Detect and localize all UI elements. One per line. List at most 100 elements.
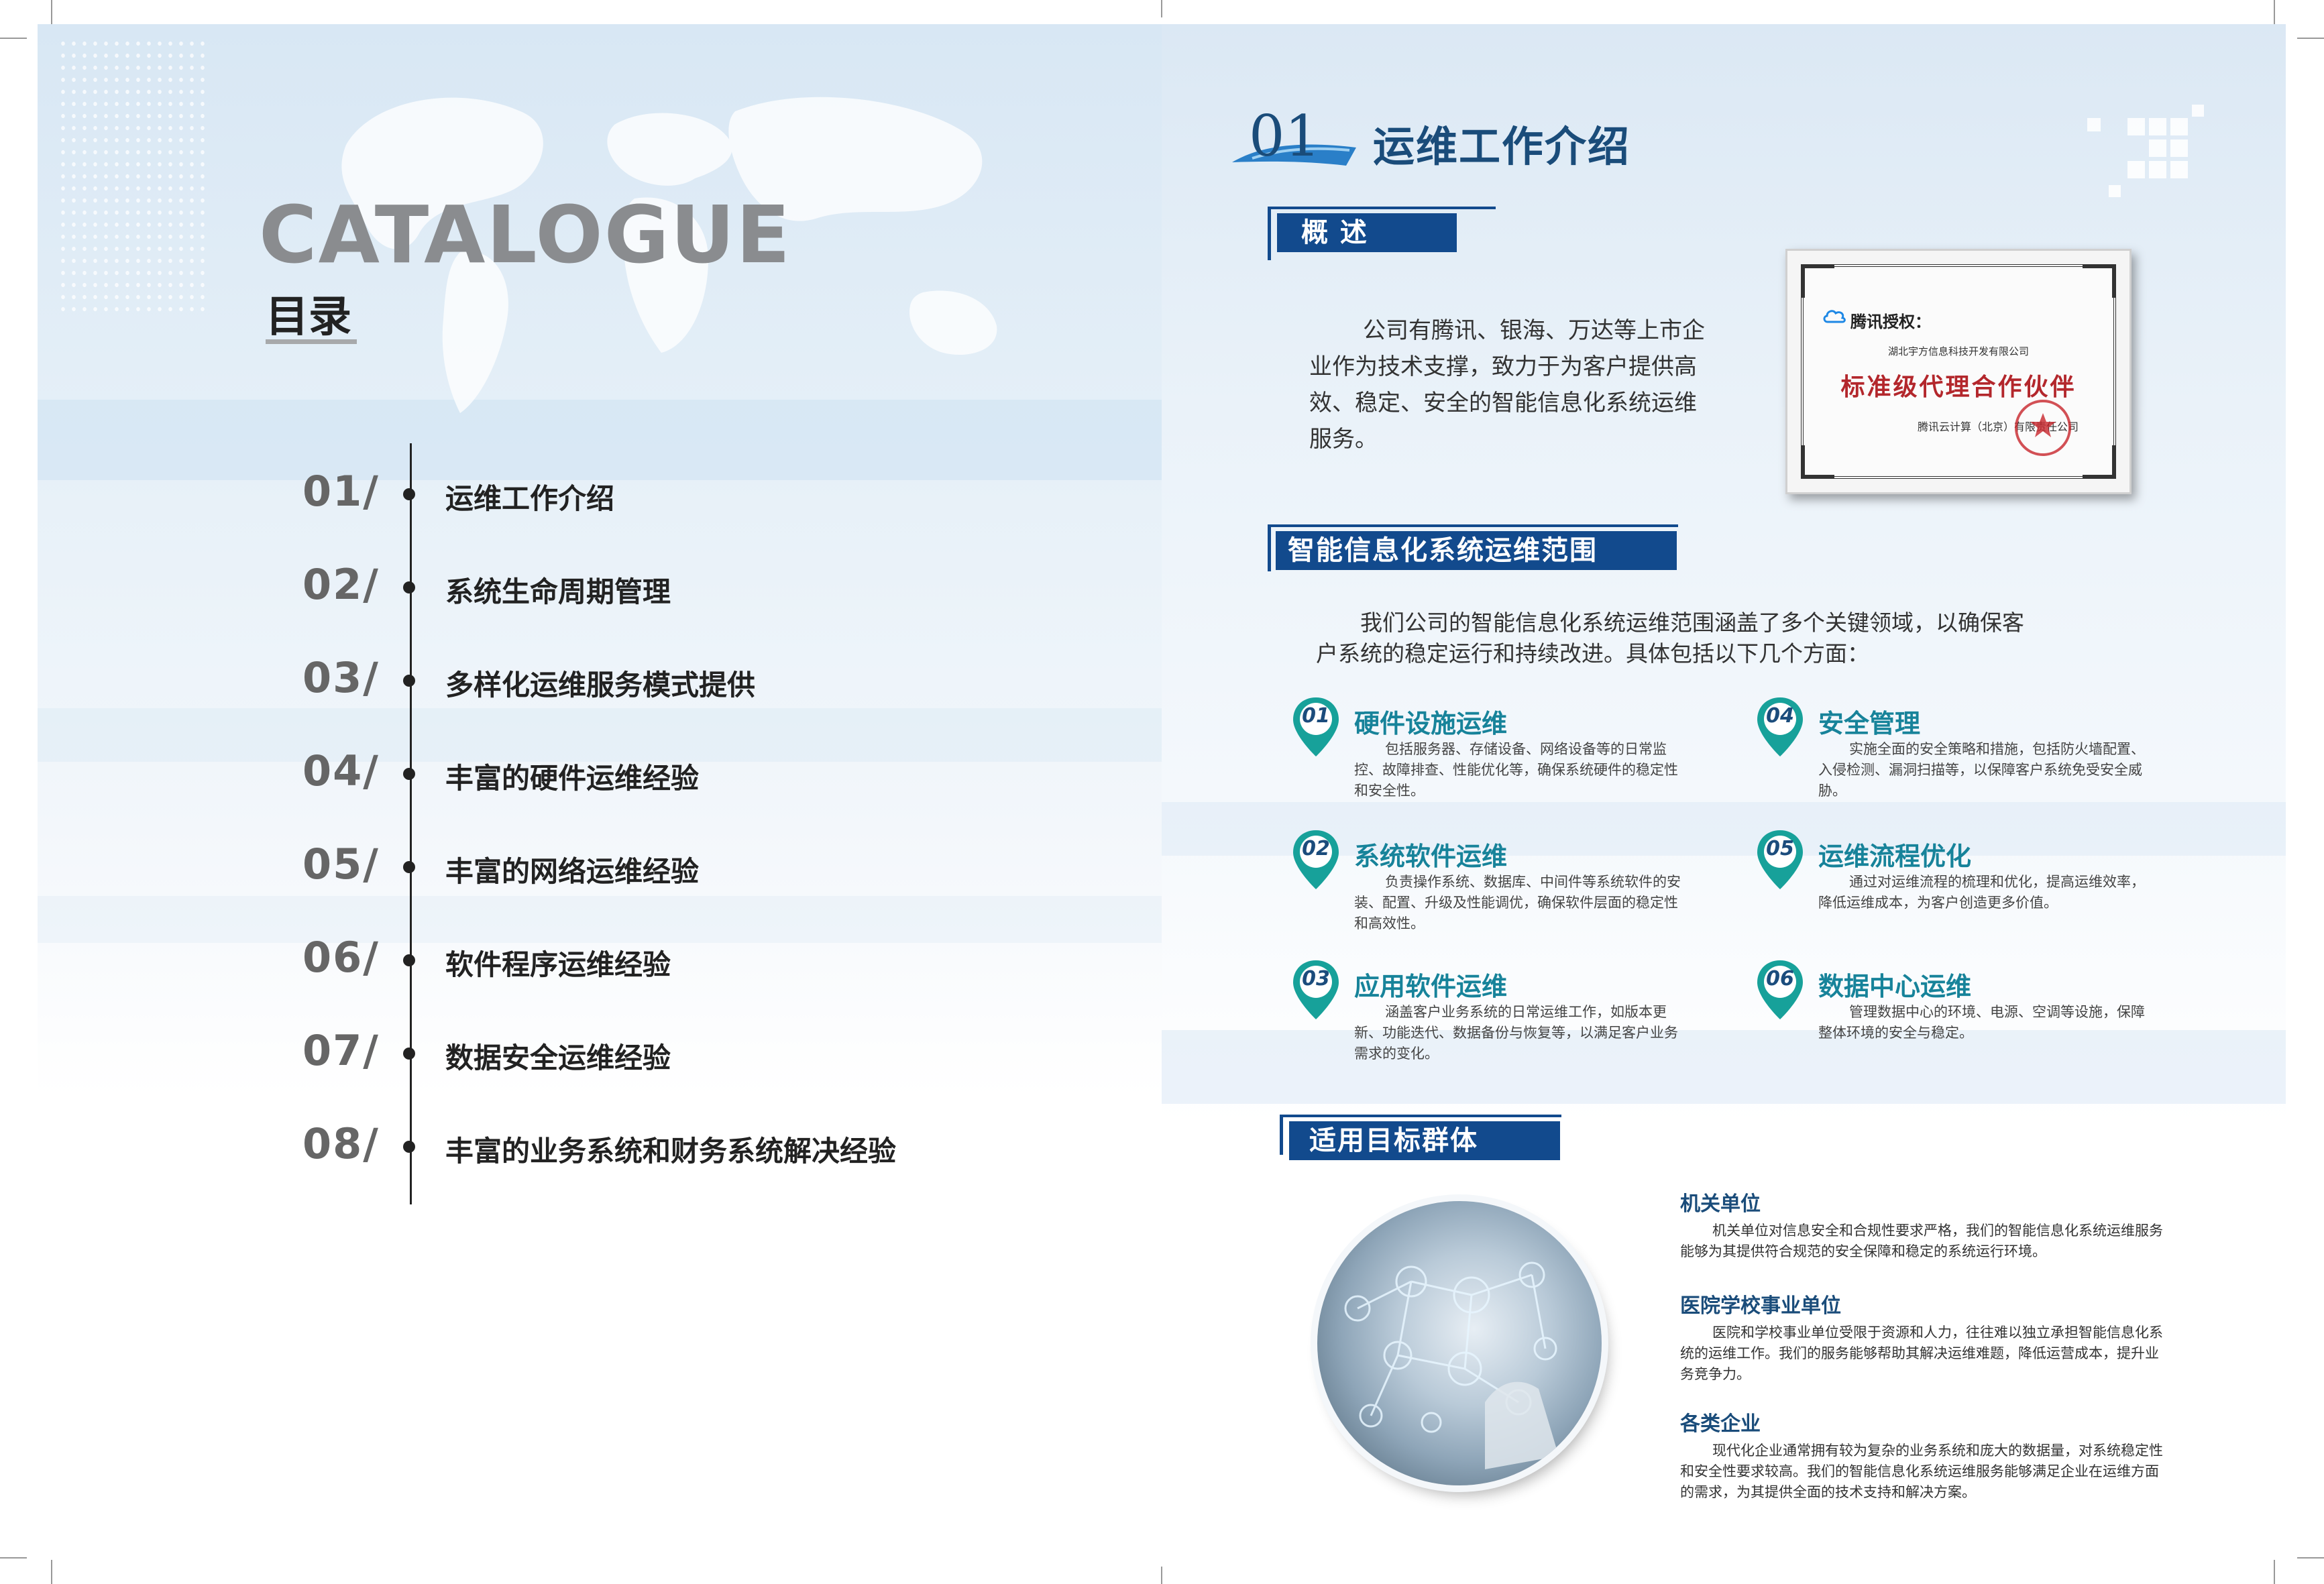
tech-network-photo: [1317, 1201, 1602, 1485]
target-group: 机关单位 机关单位对信息安全和合规性要求严格，我们的智能信息化系统运维服务能够为…: [1680, 1191, 2170, 1262]
intro-page: 01 运维工作介绍 概 述 公司有腾讯、银海、万达等上市企业作为技术支撑，致力于…: [1162, 24, 2286, 1557]
certificate-brand: 腾讯授权：: [1850, 313, 1931, 331]
toc-item-label: 丰富的业务系统和财务系统解决经验: [445, 1135, 897, 1168]
heading-bar-accent: [1268, 207, 1496, 209]
certificate-corner-ornament: [1801, 445, 1834, 479]
catalogue-page: CATALOGUE 目录 01/ 运维工作介绍 02/ 系统生命周期管理 03/…: [38, 24, 1162, 1557]
scope-item: 02 系统软件运维 负责操作系统、数据库、中间件等系统软件的安装、配置、升级及性…: [1290, 828, 1720, 948]
scope-item-title: 硬件设施运维: [1354, 709, 1508, 738]
scope-item: 01 硬件设施运维 包括服务器、存储设备、网络设备等的日常监控、故障排查、性能优…: [1290, 695, 1720, 815]
scope-item-desc: 通过对运维流程的梳理和优化，提高运维效率，降低运维成本，为客户创造更多价值。: [1818, 874, 2145, 911]
toc-bullet: [403, 861, 415, 873]
crop-mark: [0, 38, 27, 39]
toc-bullet: [403, 581, 415, 593]
toc-item-number: 06/: [302, 933, 380, 982]
toc-item[interactable]: 08/ 丰富的业务系统和财务系统解决经验: [302, 1119, 1040, 1180]
overview-heading: 概 述: [1277, 213, 1457, 252]
certificate-company: 湖北宇方信息科技开发有限公司: [1887, 345, 2029, 357]
toc-bullet: [403, 488, 415, 500]
crop-mark: [2274, 1560, 2275, 1584]
catalogue-heading: CATALOGUE: [259, 188, 791, 281]
certificate-corner-ornament: [2083, 445, 2116, 479]
crop-mark: [2297, 1557, 2324, 1559]
toc-item[interactable]: 03/ 多样化运维服务模式提供: [302, 653, 1040, 714]
crop-mark: [1161, 0, 1162, 17]
toc-item-number: 04/: [302, 746, 380, 795]
scope-heading: 智能信息化系统运维范围: [1276, 531, 1677, 570]
network-icons-graphic: [1344, 1261, 1559, 1469]
scope-item-title: 安全管理: [1818, 709, 1921, 738]
toc-item[interactable]: 05/ 丰富的网络运维经验: [302, 840, 1040, 900]
toc-item-number: 01/: [302, 467, 380, 516]
target-group-desc: 医院和学校事业单位受限于资源和人力，往往难以独立承担智能信息化系统的运维工作。我…: [1680, 1324, 2163, 1382]
scope-item-desc: 涵盖客户业务系统的日常运维工作，如版本更新、功能迭代、数据备份与恢复等，以满足客…: [1354, 1004, 1678, 1062]
heading-bar-accent: [1280, 1115, 1561, 1117]
scope-item-number: 05: [1766, 837, 1794, 860]
scope-item: 05 运维流程优化 通过对运维流程的梳理和优化，提高运维效率，降低运维成本，为客…: [1755, 828, 2184, 948]
scope-item-desc: 负责操作系统、数据库、中间件等系统软件的安装、配置、升级及性能调优，确保软件层面…: [1354, 874, 1681, 931]
toc-item-number: 02/: [302, 560, 380, 609]
toc-item[interactable]: 04/ 丰富的硬件运维经验: [302, 746, 1040, 807]
toc-item[interactable]: 06/ 软件程序运维经验: [302, 933, 1040, 993]
toc-title: 目录: [266, 292, 351, 342]
targets-heading: 适用目标群体: [1289, 1121, 1560, 1160]
scope-item: 06 数据中心运维 管理数据中心的环境、电源、空调等设施，保障整体环境的安全与稳…: [1755, 958, 2184, 1078]
toc-bullet: [403, 768, 415, 780]
heading-bar-accent: [1268, 524, 1271, 571]
crop-mark: [51, 0, 52, 24]
toc-bullet: [403, 954, 415, 966]
scope-item-desc: 实施全面的安全策略和措施，包括防火墙配置、入侵检测、漏洞扫描等，以保障客户系统免…: [1818, 741, 2145, 799]
section-number: 01: [1249, 103, 1321, 169]
scope-item-desc: 管理数据中心的环境、电源、空调等设施，保障整体环境的安全与稳定。: [1818, 1004, 2145, 1041]
certificate-corner-ornament: [1801, 264, 1834, 298]
toc-item[interactable]: 01/ 运维工作介绍: [302, 467, 1040, 527]
binary-dots-pattern: [58, 38, 205, 319]
scope-item-number: 06: [1766, 967, 1794, 991]
certificate-corner-ornament: [2083, 264, 2116, 298]
scope-item-title: 运维流程优化: [1818, 842, 1972, 871]
toc-item-number: 07/: [302, 1026, 380, 1075]
scope-intro: 我们公司的智能信息化系统运维范围涵盖了多个关键领域，以确保客户系统的稳定运行和持…: [1316, 610, 2024, 667]
toc-item-number: 08/: [302, 1119, 380, 1168]
section-number-badge: 01: [1225, 103, 1356, 177]
heading-bar-accent: [1268, 207, 1271, 260]
scope-item: 03 应用软件运维 涵盖客户业务系统的日常运维工作，如版本更新、功能迭代、数据备…: [1290, 958, 1720, 1078]
toc-title-underline: [266, 339, 357, 344]
target-group: 各类企业 现代化企业通常拥有较为复杂的业务系统和庞大的数据量，对系统稳定性和安全…: [1680, 1411, 2170, 1503]
toc-bullet: [403, 1048, 415, 1060]
heading-bar-accent: [1268, 524, 1678, 527]
toc-item-label: 丰富的网络运维经验: [445, 855, 700, 888]
toc-item-label: 数据安全运维经验: [445, 1041, 671, 1074]
scope-item-title: 数据中心运维: [1818, 972, 1972, 1001]
toc-item-label: 运维工作介绍: [445, 482, 615, 515]
target-group-desc: 机关单位对信息安全和合规性要求严格，我们的智能信息化系统运维服务能够为其提供符合…: [1680, 1223, 2163, 1259]
pixel-blocks-graphic: [2087, 105, 2204, 197]
crop-mark: [51, 1560, 52, 1584]
toc-item-label: 系统生命周期管理: [445, 575, 671, 608]
toc-item-number: 03/: [302, 653, 380, 702]
crop-mark: [0, 1557, 27, 1559]
authorization-certificate: 腾讯授权： 湖北宇方信息科技开发有限公司 标准级代理合作伙伴 腾讯云计算（北京）…: [1785, 249, 2132, 494]
target-group: 医院学校事业单位 医院和学校事业单位受限于资源和人力，往往难以独立承担智能信息化…: [1680, 1293, 2170, 1385]
overview-text: 公司有腾讯、银海、万达等上市企业作为技术支撑，致力于为客户提供高效、稳定、安全的…: [1309, 317, 1705, 453]
scope-item-number: 04: [1766, 704, 1794, 728]
crop-mark: [2297, 38, 2324, 39]
target-group-title: 医院学校事业单位: [1680, 1294, 1841, 1318]
toc-item[interactable]: 07/ 数据安全运维经验: [302, 1026, 1040, 1086]
toc-bullet: [403, 1141, 415, 1153]
target-group-title: 机关单位: [1680, 1192, 1761, 1216]
heading-bar-accent: [1280, 1115, 1283, 1155]
section-title: 运维工作介绍: [1373, 122, 1631, 171]
toc-item-label: 多样化运维服务模式提供: [445, 669, 756, 701]
scope-item-desc: 包括服务器、存储设备、网络设备等的日常监控、故障排查、性能优化等，确保系统硬件的…: [1354, 741, 1678, 799]
toc-item[interactable]: 02/ 系统生命周期管理: [302, 560, 1040, 620]
target-group-title: 各类企业: [1680, 1412, 1761, 1436]
certificate-title: 标准级代理合作伙伴: [1840, 373, 2077, 401]
target-group-desc: 现代化企业通常拥有较为复杂的业务系统和庞大的数据量，对系统稳定性和安全性要求较高…: [1680, 1442, 2163, 1500]
toc-item-number: 05/: [302, 840, 380, 889]
toc-timeline-line: [410, 443, 412, 1204]
cloud-logo-icon: [1823, 310, 1846, 323]
scope-item: 04 安全管理 实施全面的安全策略和措施，包括防火墙配置、入侵检测、漏洞扫描等，…: [1755, 695, 2184, 815]
crop-mark: [2274, 0, 2275, 24]
scope-item-number: 03: [1302, 967, 1330, 991]
